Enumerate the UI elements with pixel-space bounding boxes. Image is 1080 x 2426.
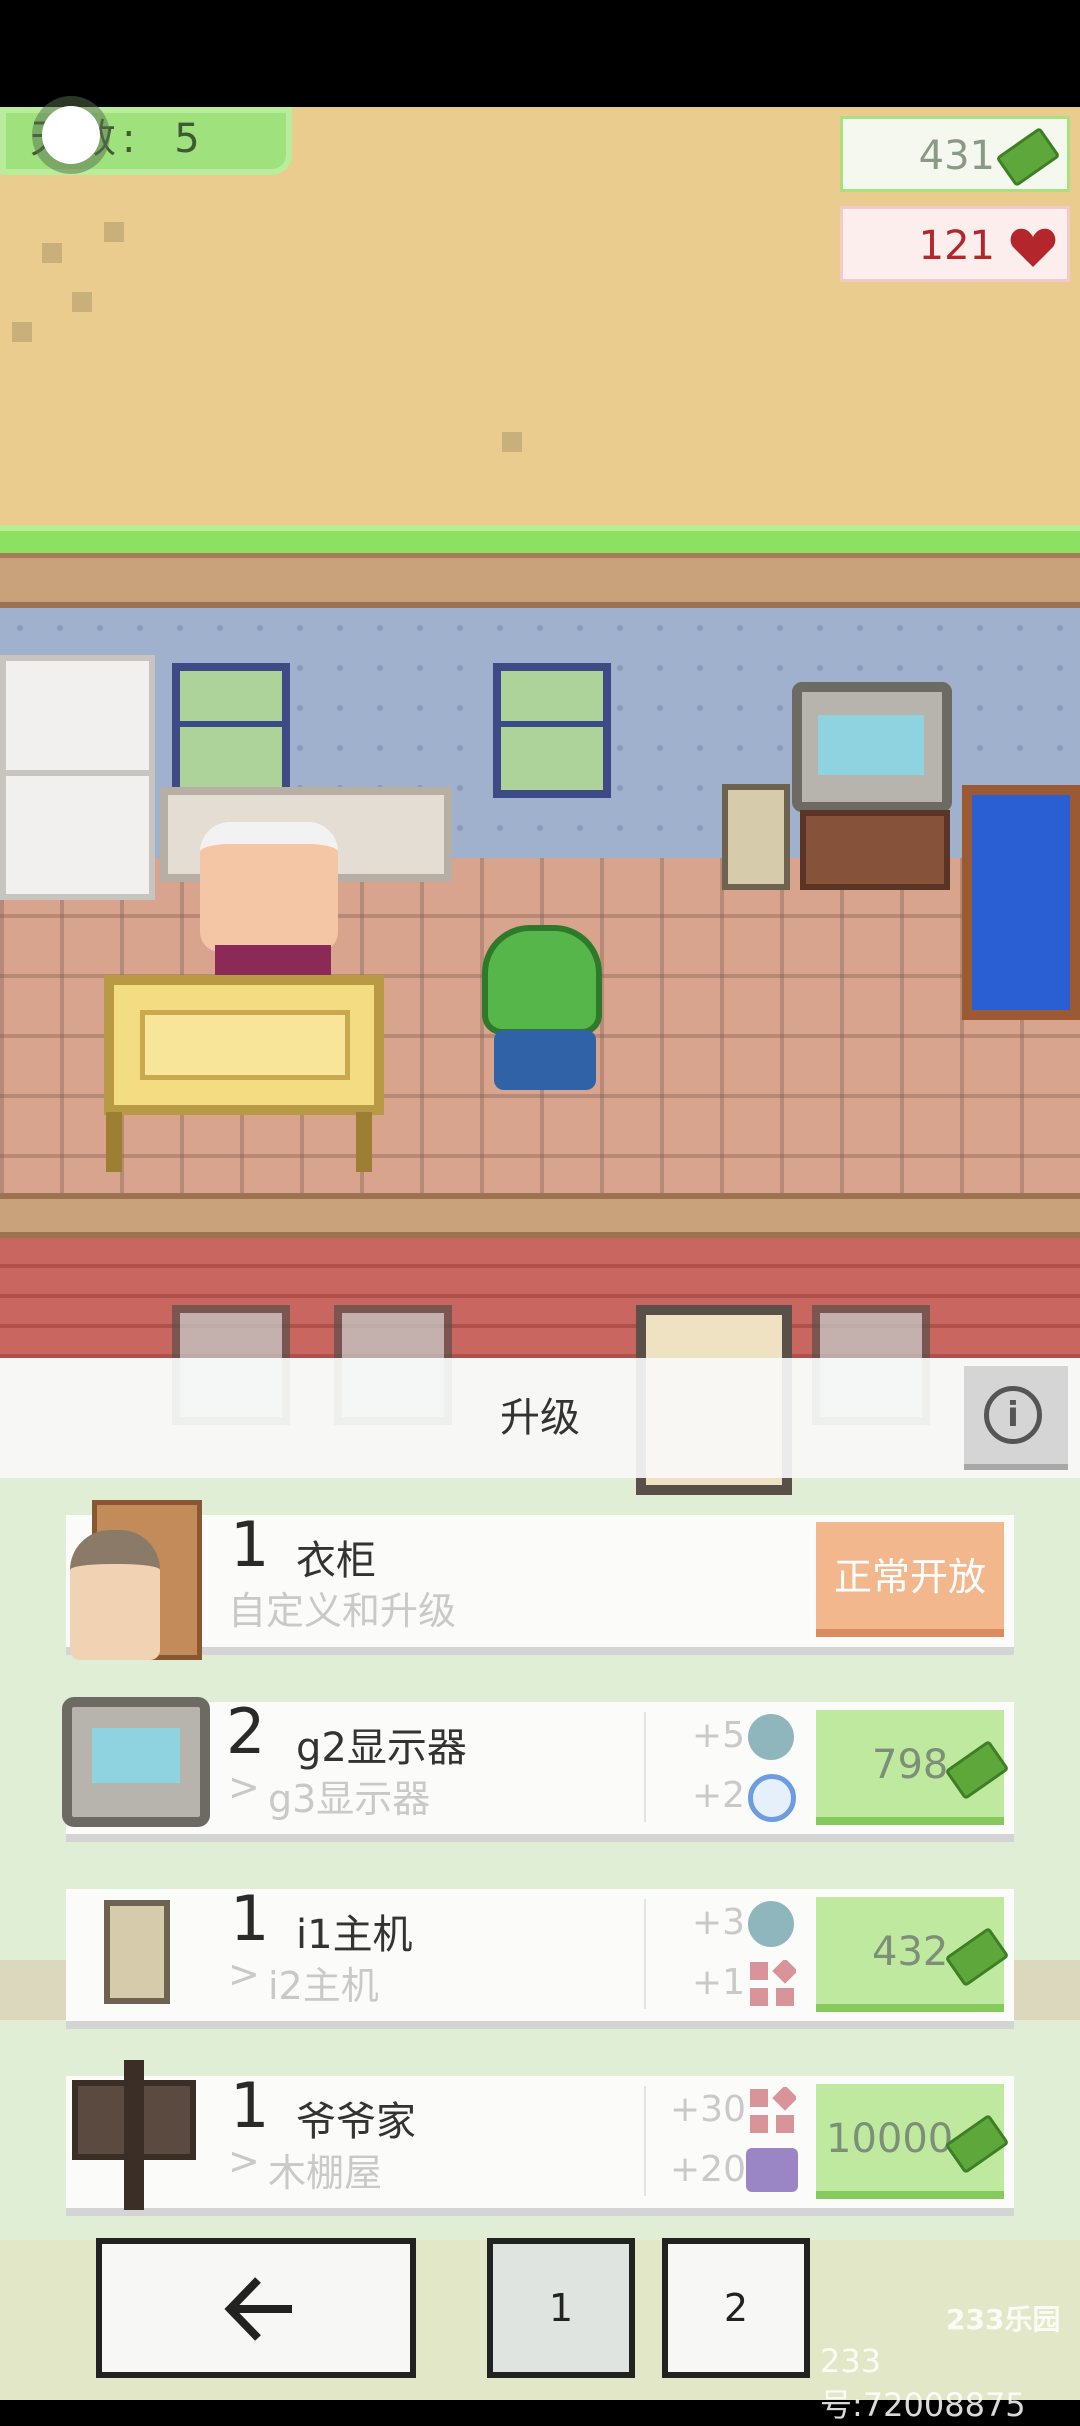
window-left <box>172 663 290 798</box>
player-body <box>494 1030 596 1090</box>
floating-dot-button[interactable] <box>42 106 100 164</box>
cash-icon <box>995 126 1061 188</box>
card-divider <box>644 1712 646 1822</box>
chevron-right-icon: > <box>228 1765 260 1809</box>
bonus-value: +20 <box>670 2149 746 2190</box>
card-level: 1 <box>230 1882 270 1955</box>
status-bar <box>0 0 1080 107</box>
card-divider <box>644 2086 646 2196</box>
price-value: 10000 <box>826 2116 954 2162</box>
chat-icon <box>746 2148 798 2192</box>
page-1-button[interactable]: 1 <box>487 2238 635 2378</box>
card-subtitle: 自定义和升级 <box>228 1589 457 1633</box>
bonus-value: +1 <box>692 1962 746 2003</box>
bonus-value: +3 <box>692 1902 746 1943</box>
yard-pebble <box>42 243 62 263</box>
heart-icon <box>1010 228 1056 267</box>
card-name: g2显示器 <box>296 1725 467 1771</box>
monitor-item-screen <box>92 1728 180 1783</box>
pc-tower[interactable] <box>722 784 790 890</box>
face-icon <box>748 1774 796 1822</box>
card-divider <box>644 1899 646 2009</box>
cash-icon <box>944 1739 1010 1801</box>
card-next-upgrade: g3显示器 <box>268 1777 431 1821</box>
table-leg <box>356 1112 372 1172</box>
money-value: 431 <box>918 133 995 179</box>
blocks-icon <box>750 2087 796 2133</box>
hearts-value: 121 <box>918 223 995 269</box>
grandpa-character[interactable] <box>200 822 338 952</box>
yard-pebble <box>502 432 522 452</box>
yard-pebble <box>72 292 92 312</box>
buy-button[interactable]: 798 <box>816 1710 1010 1825</box>
card-level: 1 <box>230 1508 270 1581</box>
yard-pebble <box>12 322 32 342</box>
buy-button[interactable]: 432 <box>816 1897 1010 2012</box>
arrow-left-icon <box>224 2277 292 2341</box>
bonus-value: +30 <box>670 2089 746 2130</box>
card-level: 1 <box>230 2069 270 2142</box>
grandpa-body <box>215 945 331 977</box>
price-value: 798 <box>872 1742 949 1788</box>
card-name: i1主机 <box>296 1912 413 1958</box>
info-icon-glyph: i <box>1007 1395 1019 1435</box>
pc-item-icon <box>104 1900 170 2004</box>
grass-strip <box>0 525 1080 553</box>
money-display: 431 <box>840 116 1070 192</box>
signpost-pole <box>124 2060 144 2210</box>
price-value: 432 <box>872 1929 949 1975</box>
table-leg <box>106 1112 122 1172</box>
open-button[interactable]: 正常开放 <box>816 1522 1004 1637</box>
monitor-screen <box>818 715 924 775</box>
table-top <box>140 1010 350 1080</box>
gear-icon <box>748 1714 794 1760</box>
card-name: 爷爷家 <box>296 2099 416 2145</box>
id-watermark: 233号:72008875 <box>820 2342 1026 2424</box>
floor-edge <box>0 1193 1080 1238</box>
card-name: 衣柜 <box>296 1538 376 1584</box>
blocks-icon <box>750 1960 796 2006</box>
bonus-value: +2 <box>692 1775 746 1816</box>
chevron-right-icon: > <box>228 1952 260 1996</box>
card-level: 2 <box>226 1695 266 1768</box>
fridge-divider <box>0 770 155 776</box>
cash-icon <box>944 1926 1010 1988</box>
bed[interactable] <box>962 785 1080 1020</box>
card-next-upgrade: 木棚屋 <box>268 2151 383 2195</box>
character-avatar <box>70 1530 160 1660</box>
player-character[interactable] <box>482 925 602 1035</box>
card-next-upgrade: i2主机 <box>268 1964 379 2008</box>
fridge[interactable] <box>0 655 155 900</box>
cash-icon <box>944 2113 1010 2175</box>
hearts-display: 121 <box>840 206 1070 282</box>
upgrade-title: 升级 <box>500 1395 580 1441</box>
back-button[interactable] <box>96 2238 416 2378</box>
window-right <box>493 663 611 798</box>
yard-pebble <box>104 222 124 242</box>
site-logo-watermark: 233乐园 <box>946 2303 1061 2336</box>
chevron-right-icon: > <box>228 2139 260 2183</box>
page-2-button[interactable]: 2 <box>662 2238 810 2378</box>
gear-icon <box>748 1901 794 1947</box>
monitor-desk <box>800 810 950 890</box>
bonus-value: +5 <box>692 1715 746 1756</box>
buy-button[interactable]: 10000 <box>816 2084 1010 2199</box>
wall-top-beam <box>0 553 1080 608</box>
day-value: 5 <box>174 116 206 162</box>
